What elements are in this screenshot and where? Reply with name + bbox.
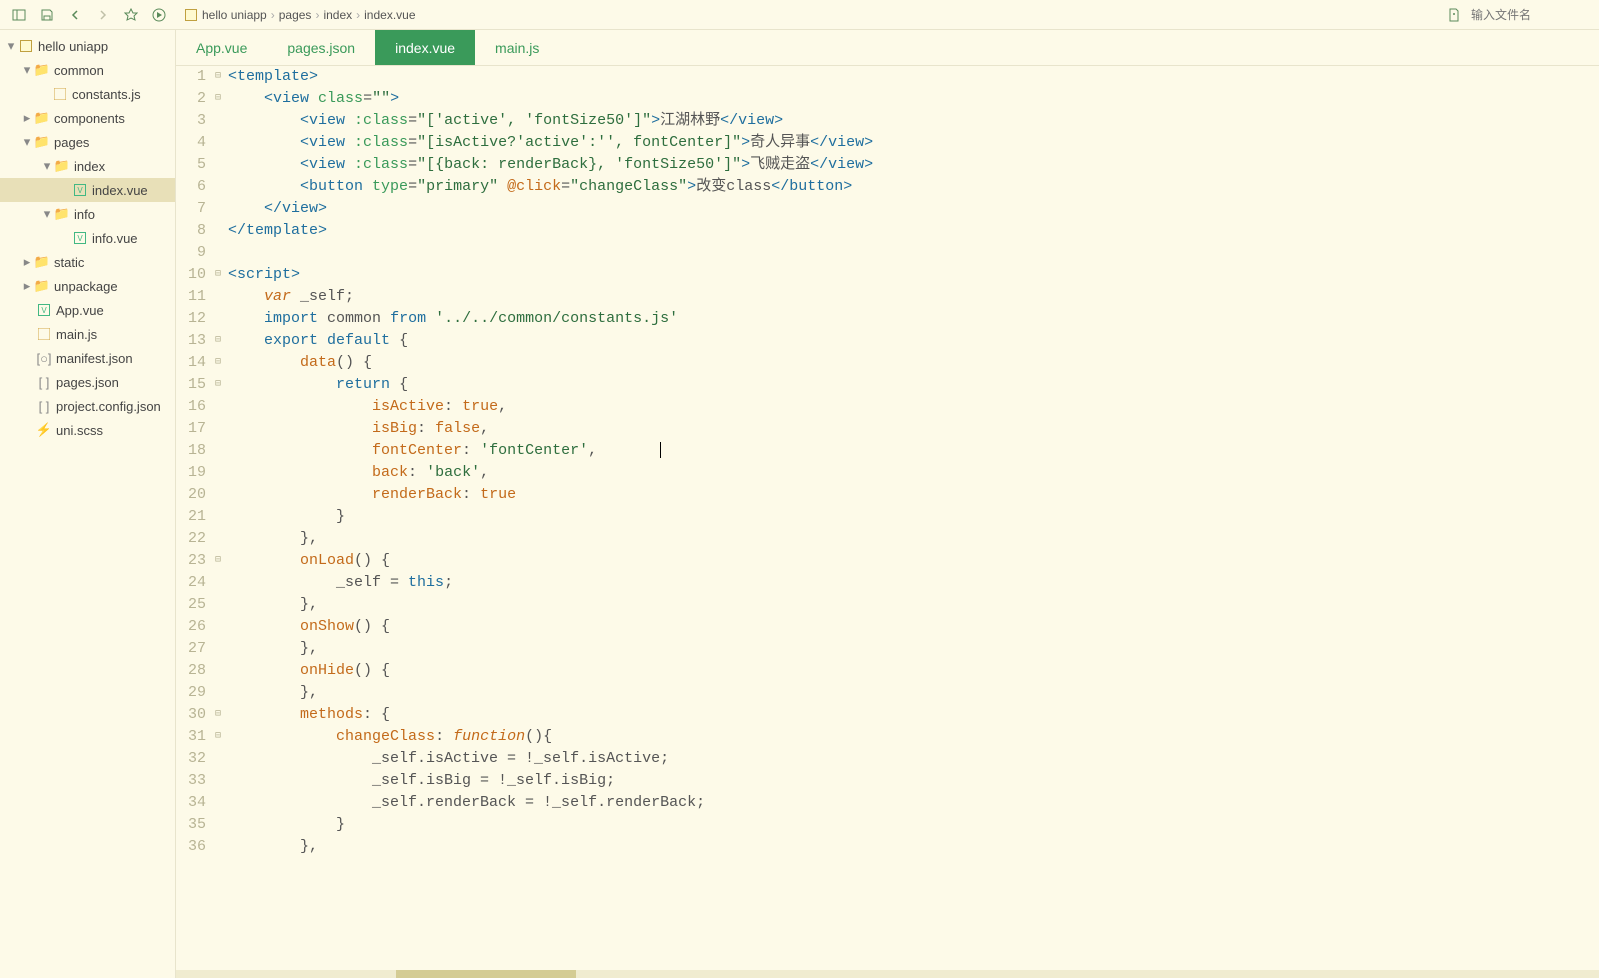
chevron-right-icon: ▸ (20, 110, 34, 126)
tree-folder[interactable]: ▾📁 info (0, 202, 175, 226)
tab-app-vue[interactable]: App.vue (176, 30, 267, 65)
tree-file[interactable]: [ ] pages.json (0, 370, 175, 394)
breadcrumb-item[interactable]: index.vue (364, 8, 415, 22)
tree-file[interactable]: ⚡ uni.scss (0, 418, 175, 442)
tree-file[interactable]: [ ] project.config.json (0, 394, 175, 418)
js-icon (36, 326, 52, 342)
vue-icon: V (72, 230, 88, 246)
nav-back-icon[interactable] (64, 4, 86, 26)
tree-label: components (54, 111, 125, 126)
tree-label: main.js (56, 327, 97, 342)
vue-icon: V (72, 182, 88, 198)
tree-label: uni.scss (56, 423, 103, 438)
tree-label: common (54, 63, 104, 78)
tree-label: constants.js (72, 87, 141, 102)
tree-file[interactable]: V App.vue (0, 298, 175, 322)
scss-icon: ⚡ (36, 422, 52, 438)
folder-icon: 📁 (54, 206, 70, 222)
save-icon[interactable] (36, 4, 58, 26)
breadcrumb-item[interactable]: hello uniapp (202, 8, 267, 22)
json-icon: [ ] (36, 398, 52, 414)
tree-folder[interactable]: ▾📁 common (0, 58, 175, 82)
tree-file[interactable]: constants.js (0, 82, 175, 106)
tree-label: info.vue (92, 231, 138, 246)
horizontal-scrollbar[interactable] (176, 970, 1599, 978)
js-icon (52, 86, 68, 102)
tree-file[interactable]: [○] manifest.json (0, 346, 175, 370)
tree-label: pages (54, 135, 89, 150)
fold-gutter[interactable]: ⊟⊟⊟⊟⊟⊟⊟⊟⊟ (212, 66, 224, 970)
editor-tabs: App.vue pages.json index.vue main.js (176, 30, 1599, 66)
tree-label: static (54, 255, 84, 270)
bookmark-icon[interactable] (120, 4, 142, 26)
chevron-down-icon: ▾ (40, 158, 54, 174)
chevron-down-icon: ▾ (4, 38, 18, 54)
scrollbar-thumb[interactable] (396, 970, 576, 978)
tree-folder[interactable]: ▾📁 pages (0, 130, 175, 154)
tab-main-js[interactable]: main.js (475, 30, 559, 65)
project-icon (18, 38, 34, 54)
tree-label: manifest.json (56, 351, 133, 366)
collapse-panel-icon[interactable] (8, 4, 30, 26)
folder-icon: 📁 (34, 110, 50, 126)
project-icon (184, 8, 198, 22)
nav-forward-icon[interactable] (92, 4, 114, 26)
tree-file[interactable]: Vinfo.vue (0, 226, 175, 250)
chevron-right-icon: › (315, 8, 319, 22)
chevron-right-icon: ▸ (20, 278, 34, 294)
tab-pages-json[interactable]: pages.json (267, 30, 375, 65)
json-icon: [ ] (36, 374, 52, 390)
tree-label: pages.json (56, 375, 119, 390)
chevron-down-icon: ▾ (40, 206, 54, 222)
chevron-right-icon: › (356, 8, 360, 22)
tree-label: index.vue (92, 183, 148, 198)
tree-file[interactable]: main.js (0, 322, 175, 346)
folder-icon: 📁 (34, 254, 50, 270)
tree-label: hello uniapp (38, 39, 108, 54)
tree-label: info (74, 207, 95, 222)
code-editor[interactable]: 1234567891011121314151617181920212223242… (176, 66, 1599, 970)
tree-file-active[interactable]: Vindex.vue (0, 178, 175, 202)
text-cursor (660, 442, 661, 458)
chevron-down-icon: ▾ (20, 62, 34, 78)
tree-folder[interactable]: ▸📁 unpackage (0, 274, 175, 298)
code-area[interactable]: <template> <view class=""> <view :class=… (224, 66, 1599, 970)
file-explorer[interactable]: ▾ hello uniapp ▾📁common constants.js ▸📁c… (0, 30, 176, 978)
folder-icon: 📁 (34, 278, 50, 294)
breadcrumb: hello uniapp › pages › index › index.vue (184, 8, 416, 22)
new-file-icon[interactable] (1443, 4, 1465, 26)
breadcrumb-item[interactable]: index (323, 8, 352, 22)
tree-folder[interactable]: ▾📁 index (0, 154, 175, 178)
chevron-down-icon: ▾ (20, 134, 34, 150)
tree-label: project.config.json (56, 399, 161, 414)
tree-folder[interactable]: ▸📁 components (0, 106, 175, 130)
vue-icon: V (36, 302, 52, 318)
folder-icon: 📁 (34, 134, 50, 150)
json-icon: [○] (36, 350, 52, 366)
breadcrumb-item[interactable]: pages (279, 8, 312, 22)
project-root[interactable]: ▾ hello uniapp (0, 34, 175, 58)
file-search-input[interactable] (1471, 8, 1591, 22)
chevron-right-icon: ▸ (20, 254, 34, 270)
tab-index-vue[interactable]: index.vue (375, 30, 475, 65)
tree-label: index (74, 159, 105, 174)
toolbar: hello uniapp › pages › index › index.vue (0, 0, 1599, 30)
tree-label: unpackage (54, 279, 118, 294)
line-gutter: 1234567891011121314151617181920212223242… (176, 66, 212, 970)
folder-icon: 📁 (34, 62, 50, 78)
chevron-right-icon: › (271, 8, 275, 22)
tree-folder[interactable]: ▸📁 static (0, 250, 175, 274)
run-icon[interactable] (148, 4, 170, 26)
folder-icon: 📁 (54, 158, 70, 174)
tree-label: App.vue (56, 303, 104, 318)
